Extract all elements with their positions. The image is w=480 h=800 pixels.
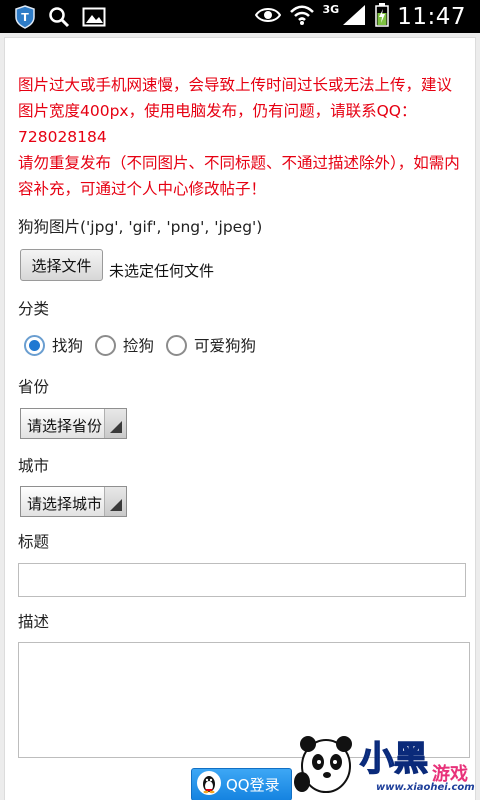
province-select-value: 请选择省份 (27, 417, 103, 435)
radio-found-dog-label: 捡狗 (123, 337, 155, 355)
category-label: 分类 (18, 300, 50, 318)
radio-find-dog-circle[interactable] (24, 334, 45, 356)
radio-found-dog-circle[interactable] (95, 334, 117, 356)
notice-repeat-tip: 请勿重复发布（不同图片、不同标题、不通过描述除外），如需内容补充，可通过个人中心… (18, 154, 460, 198)
city-select-value: 请选择城市 (27, 495, 103, 513)
image-icon (82, 7, 106, 31)
radio-cute-dog-label: 可爱狗狗 (194, 337, 257, 355)
status-left-icons: T (14, 5, 106, 33)
qq-penguin-icon (196, 770, 222, 800)
shield-icon: T (14, 5, 36, 33)
post-form-card: 图片过大或手机网速慢，会导致上传时间过长或无法上传，建议图片宽度400px，使用… (4, 37, 476, 800)
category-radio-group: 找狗 捡狗 可爱狗狗 (24, 334, 268, 356)
clock: 11:47 (397, 3, 466, 30)
province-select[interactable]: 请选择省份 (20, 408, 127, 439)
eye-icon (254, 6, 281, 28)
wifi-icon (289, 4, 315, 30)
svg-text:T: T (21, 11, 29, 24)
network-type: 3G (322, 3, 340, 16)
radio-find-dog-label: 找狗 (52, 337, 84, 355)
dropdown-arrow-icon (104, 487, 126, 516)
province-label: 省份 (18, 378, 50, 396)
radio-cute-dog[interactable]: 可爱狗狗 (166, 334, 256, 356)
upload-notice: 图片过大或手机网速慢，会导致上传时间过长或无法上传，建议图片宽度400px，使用… (18, 72, 466, 202)
radio-found-dog[interactable]: 捡狗 (95, 334, 154, 356)
choose-file-button[interactable]: 选择文件 (20, 249, 103, 281)
radio-cute-dog-circle[interactable] (166, 334, 188, 356)
svg-text:小黑: 小黑 (360, 739, 428, 779)
qq-login-label: QQ登录 (226, 776, 280, 794)
status-right-icons: 3G 11:47 (254, 0, 466, 33)
battery-icon (375, 2, 389, 31)
qq-login-button[interactable]: QQ登录 (191, 768, 292, 800)
dropdown-arrow-icon (104, 409, 126, 438)
dog-image-label: 狗狗图片('jpg', 'gif', 'png', 'jpeg') (18, 218, 263, 236)
status-bar: T 3G 11:47 (0, 0, 480, 33)
city-label: 城市 (18, 457, 50, 475)
search-icon (48, 6, 70, 32)
city-select[interactable]: 请选择城市 (20, 486, 127, 517)
description-label: 描述 (18, 613, 50, 631)
watermark-site: www.xiaohei.com (376, 782, 475, 793)
radio-find-dog[interactable]: 找狗 (24, 334, 83, 356)
notice-upload-tip: 图片过大或手机网速慢，会导致上传时间过长或无法上传，建议图片宽度400px，使用… (18, 76, 453, 146)
file-status-text: 未选定任何文件 (109, 262, 215, 280)
title-input[interactable] (18, 563, 466, 597)
signal-icon (341, 4, 367, 30)
title-label: 标题 (18, 533, 50, 551)
